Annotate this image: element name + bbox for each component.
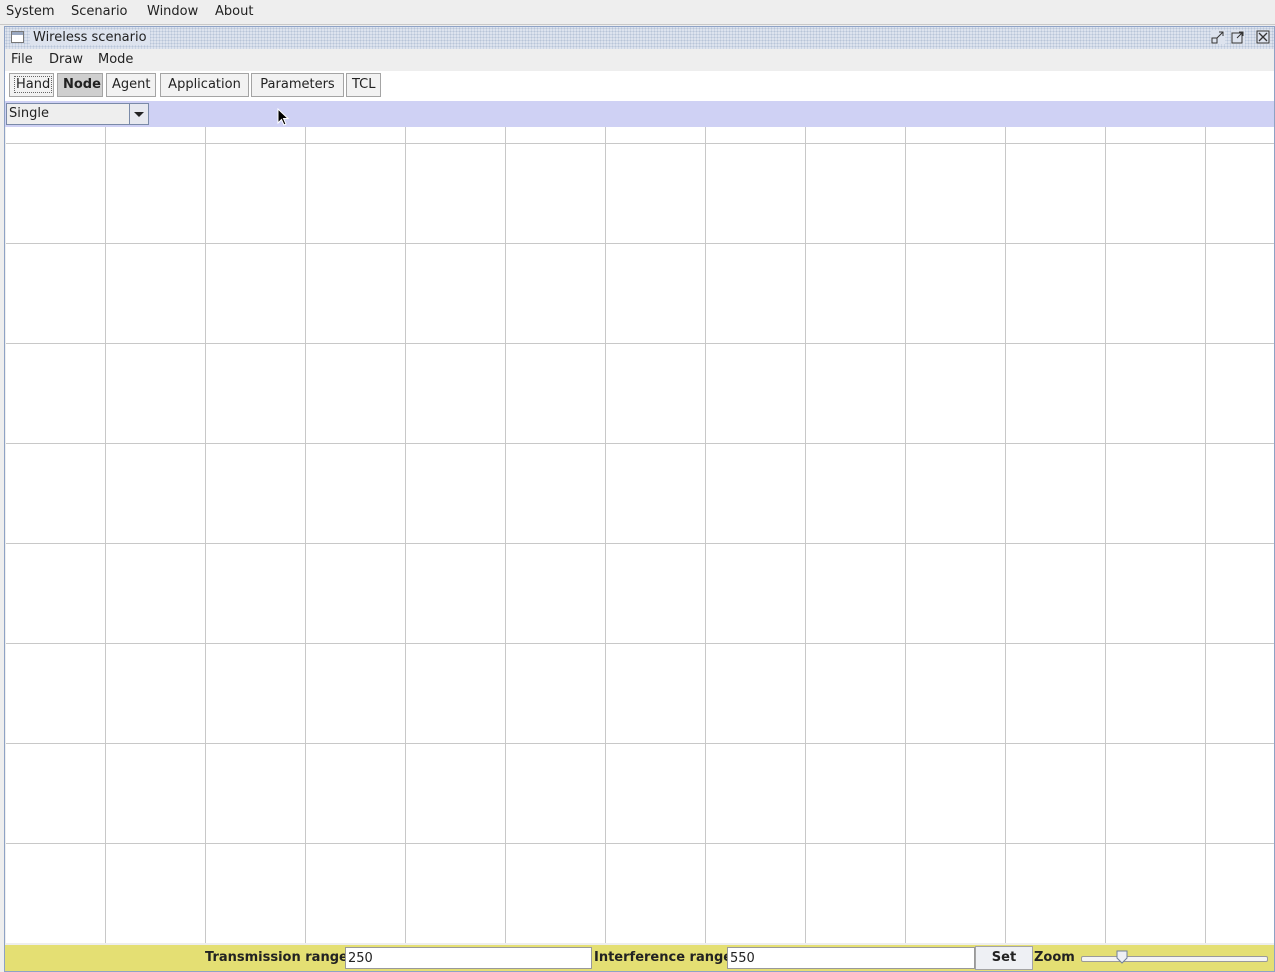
application-button[interactable]: Application [160,73,249,97]
wireless-scenario-window: Wireless scenario File Draw Mode Hand No… [4,26,1275,972]
iconify-icon[interactable] [1211,30,1225,44]
placement-mode-value: Single [9,106,49,121]
menu-draw[interactable]: Draw [49,52,83,67]
menu-mode[interactable]: Mode [98,52,133,67]
zoom-label: Zoom [1034,950,1075,965]
window-titlebar[interactable]: Wireless scenario [5,27,1274,49]
menu-about[interactable]: About [215,4,253,19]
menu-scenario[interactable]: Scenario [71,4,128,19]
tool-toolbar: Hand Node Agent Application Parameters T… [5,71,1274,101]
hand-button-label: Hand [13,76,53,93]
hand-button[interactable]: Hand [9,73,54,97]
tcl-button[interactable]: TCL [346,73,381,97]
parameters-button[interactable]: Parameters [251,73,344,97]
scenario-canvas[interactable] [6,127,1274,943]
mode-bar: Single [5,101,1274,127]
menu-system[interactable]: System [6,4,54,19]
placement-mode-select[interactable]: Single [6,103,149,125]
status-bar: Transmission range Interference range Se… [5,945,1274,971]
set-button[interactable]: Set [975,946,1033,970]
app-menubar: System Scenario Window About [0,0,1275,25]
transmission-range-input[interactable] [345,947,592,969]
window-icon [11,31,24,43]
transmission-range-label: Transmission range [205,950,348,965]
mouse-cursor-icon [277,108,290,126]
maximize-icon[interactable] [1231,30,1245,44]
window-title: Wireless scenario [30,30,150,45]
menu-file[interactable]: File [11,52,33,67]
chevron-down-icon[interactable] [129,104,148,124]
zoom-slider[interactable] [1081,956,1268,962]
agent-button[interactable]: Agent [106,73,156,97]
close-icon[interactable] [1256,30,1270,44]
window-menubar: File Draw Mode [5,49,1274,71]
interference-range-input[interactable] [727,947,975,969]
node-button[interactable]: Node [57,73,103,97]
menu-window[interactable]: Window [147,4,198,19]
interference-range-label: Interference range [594,950,733,965]
zoom-slider-thumb[interactable] [1116,950,1128,964]
